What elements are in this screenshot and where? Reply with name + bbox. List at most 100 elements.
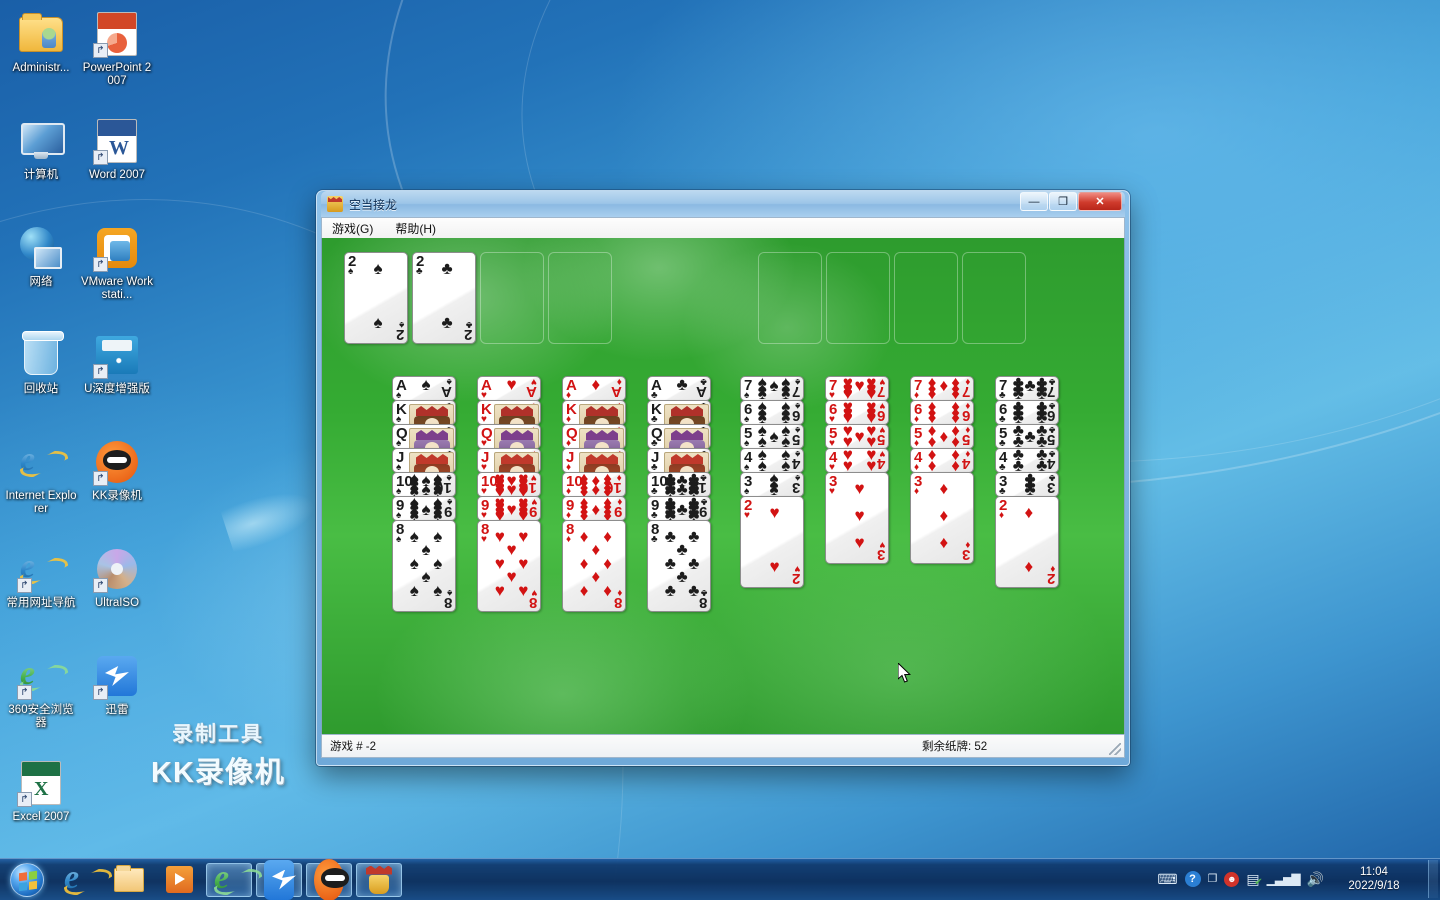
help-icon[interactable]: ? xyxy=(1184,871,1201,887)
card-5-♣[interactable]: 5 ♣ 5 ♣ ♣ ♣ ♣ ♣ ♣ xyxy=(995,424,1059,449)
card-9-♠[interactable]: 9 ♠ 9 ♠ ♠ ♠ ♠ ♠ ♠ ♠ ♠ ♠ ♠ xyxy=(392,496,456,521)
card-10-♦[interactable]: 10 ♦ 10 ♦ ♦ ♦ ♦ ♦ ♦ ♦ ♦ ♦ ♦ ♦ xyxy=(562,472,626,497)
start-button[interactable] xyxy=(2,861,52,899)
tableau-column-8[interactable]: 7 ♣ 7 ♣ ♣ ♣ ♣ ♣ ♣ ♣ ♣ 6 ♣ 6 ♣ ♣ ♣ ♣ ♣ ♣ ♣ 5 ♣ 5 ♣ ♣ ♣ ♣ ♣ ♣ 4 ♣ 4 ♣ ♣ ♣ ♣ ♣ 3 ♣… xyxy=(995,376,1059,588)
card-5-♥[interactable]: 5 ♥ 5 ♥ ♥ ♥ ♥ ♥ ♥ xyxy=(825,424,889,449)
desktop-icon-kk-recorder[interactable]: ↱ KK录像机 xyxy=(80,434,154,541)
card-9-♣[interactable]: 9 ♣ 9 ♣ ♣ ♣ ♣ ♣ ♣ ♣ ♣ ♣ ♣ xyxy=(647,496,711,521)
taskbar-button-freecell[interactable] xyxy=(356,862,402,897)
card-K-♥[interactable]: K♥K♥ xyxy=(477,400,541,425)
desktop-icon-360-browser[interactable]: e ↱ 360安全浏览器 xyxy=(4,648,78,755)
tableau-column-5[interactable]: 7 ♠ 7 ♠ ♠ ♠ ♠ ♠ ♠ ♠ ♠ 6 ♠ 6 ♠ ♠ ♠ ♠ ♠ ♠ ♠ 5 ♠ 5 ♠ ♠ ♠ ♠ ♠ ♠ 4 ♠ 4 ♠ ♠ ♠ ♠ ♠ 3 ♠… xyxy=(740,376,804,588)
card-7-♥[interactable]: 7 ♥ 7 ♥ ♥ ♥ ♥ ♥ ♥ ♥ ♥ xyxy=(825,376,889,401)
tableau-column-1[interactable]: A♠A♠♠K♠K♠Q♠Q♠J♠J♠10♠10♠♠♠♠♠♠♠♠♠♠♠9♠9♠♠♠♠… xyxy=(392,376,456,612)
card-Q-♥[interactable]: Q♥Q♥ xyxy=(477,424,541,449)
card-J-♣[interactable]: J♣J♣ xyxy=(647,448,711,473)
resize-grip[interactable] xyxy=(1109,743,1121,755)
tableau-column-2[interactable]: A♥A♥♥K♥K♥Q♥Q♥J♥J♥10♥10♥♥♥♥♥♥♥♥♥♥♥9♥9♥♥♥♥… xyxy=(477,376,541,612)
card-4-♦[interactable]: 4 ♦ 4 ♦ ♦ ♦ ♦ ♦ xyxy=(910,448,974,473)
desktop-icon-powerpoint[interactable]: ↱ PowerPoint 2007 xyxy=(80,6,154,113)
tableau-column-4[interactable]: A♣A♣♣K♣K♣Q♣Q♣J♣J♣10♣10♣♣♣♣♣♣♣♣♣♣♣9♣9♣♣♣♣… xyxy=(647,376,711,612)
network-signal-icon[interactable]: ▁▃▅▇ xyxy=(1267,873,1301,885)
taskbar[interactable]: e e ⌨ ? ❐ ☻ ▤ ✔ ▁▃▅▇ 🔊 11:04 2022/9/18 xyxy=(0,858,1440,900)
game-board[interactable]: 2♠2♠♠♠2♣2♣♣♣ A♠A♠♠K♠K♠Q♠Q♠J♠J♠10♠10♠♠♠♠♠♠… xyxy=(321,238,1125,734)
close-button[interactable]: ✕ xyxy=(1078,192,1122,211)
card-5-♦[interactable]: 5 ♦ 5 ♦ ♦ ♦ ♦ ♦ ♦ xyxy=(910,424,974,449)
foundation-pile-2[interactable] xyxy=(826,252,890,344)
show-desktop-button[interactable] xyxy=(1428,860,1438,898)
menu-item-help[interactable]: 帮助(H) xyxy=(392,219,439,238)
window-titlebar[interactable]: 空当接龙 — ❐ ✕ xyxy=(321,191,1125,217)
card-K-♠[interactable]: K♠K♠ xyxy=(392,400,456,425)
desktop-icon-user-folder[interactable]: Administr... xyxy=(4,6,78,113)
desktop-icon-internet-explorer[interactable]: e Internet Explorer xyxy=(4,434,78,541)
taskbar-button-internet-explorer[interactable]: e xyxy=(56,859,102,897)
card-9-♥[interactable]: 9 ♥ 9 ♥ ♥ ♥ ♥ ♥ ♥ ♥ ♥ ♥ ♥ xyxy=(477,496,541,521)
foundation-pile-4[interactable] xyxy=(962,252,1026,344)
foundation-pile-1[interactable] xyxy=(758,252,822,344)
card-J-♥[interactable]: J♥J♥ xyxy=(477,448,541,473)
taskbar-button-kk-recorder[interactable] xyxy=(306,858,352,900)
card-10-♣[interactable]: 10 ♣ 10 ♣ ♣ ♣ ♣ ♣ ♣ ♣ ♣ ♣ ♣ ♣ xyxy=(647,472,711,497)
foundation-pile-3[interactable] xyxy=(894,252,958,344)
free-cell-1[interactable]: 2 ♠ 2 ♠ ♠ ♠ xyxy=(344,252,408,344)
taskbar-button-360-browser[interactable]: e xyxy=(206,859,252,897)
card-A-♦[interactable]: A ♦ A ♦ ♦ xyxy=(562,376,626,401)
card-2-♣[interactable]: 2 ♣ 2 ♣ ♣ ♣ xyxy=(412,252,476,344)
card-A-♥[interactable]: A ♥ A ♥ ♥ xyxy=(477,376,541,401)
card-7-♦[interactable]: 7 ♦ 7 ♦ ♦ ♦ ♦ ♦ ♦ ♦ ♦ xyxy=(910,376,974,401)
desktop-icon-vmware[interactable]: ↱ VMware Workstati... xyxy=(80,220,154,327)
removable-media-icon[interactable]: ▤ ✔ xyxy=(1246,872,1262,888)
taskbar-button-windows-media-player[interactable] xyxy=(156,863,202,897)
card-Q-♣[interactable]: Q♣Q♣ xyxy=(647,424,711,449)
card-10-♠[interactable]: 10 ♠ 10 ♠ ♠ ♠ ♠ ♠ ♠ ♠ ♠ ♠ ♠ ♠ xyxy=(392,472,456,497)
card-10-♥[interactable]: 10 ♥ 10 ♥ ♥ ♥ ♥ ♥ ♥ ♥ ♥ ♥ ♥ ♥ xyxy=(477,472,541,497)
card-J-♦[interactable]: J♦J♦ xyxy=(562,448,626,473)
tableau-column-7[interactable]: 7 ♦ 7 ♦ ♦ ♦ ♦ ♦ ♦ ♦ ♦ 6 ♦ 6 ♦ ♦ ♦ ♦ ♦ ♦ ♦ 5 ♦ 5 ♦ ♦ ♦ ♦ ♦ ♦ 4 ♦ 4 ♦ ♦ ♦ ♦ ♦ 3 ♦… xyxy=(910,376,974,564)
card-7-♣[interactable]: 7 ♣ 7 ♣ ♣ ♣ ♣ ♣ ♣ ♣ ♣ xyxy=(995,376,1059,401)
window-controls[interactable]: — ❐ ✕ xyxy=(1020,192,1122,211)
card-8-♣[interactable]: 8 ♣ 8 ♣ ♣ ♣ ♣ ♣ ♣ ♣ ♣ ♣ xyxy=(647,520,711,612)
card-8-♥[interactable]: 8 ♥ 8 ♥ ♥ ♥ ♥ ♥ ♥ ♥ ♥ ♥ xyxy=(477,520,541,612)
desktop-icon-web-nav[interactable]: e ↱ 常用网址导航 xyxy=(4,541,78,648)
card-Q-♦[interactable]: Q♦Q♦ xyxy=(562,424,626,449)
desktop-icon-ultraiso[interactable]: ↱ UltraISO xyxy=(80,541,154,648)
card-8-♦[interactable]: 8 ♦ 8 ♦ ♦ ♦ ♦ ♦ ♦ ♦ ♦ ♦ xyxy=(562,520,626,612)
card-6-♠[interactable]: 6 ♠ 6 ♠ ♠ ♠ ♠ ♠ ♠ ♠ xyxy=(740,400,804,425)
card-4-♠[interactable]: 4 ♠ 4 ♠ ♠ ♠ ♠ ♠ xyxy=(740,448,804,473)
desktop[interactable]: Administr... ↱ PowerPoint 2007 计算机 ↱ Word 200… xyxy=(0,0,1440,900)
card-K-♦[interactable]: K♦K♦ xyxy=(562,400,626,425)
card-3-♦[interactable]: 3 ♦ 3 ♦ ♦ ♦ ♦ xyxy=(910,472,974,564)
card-Q-♠[interactable]: Q♠Q♠ xyxy=(392,424,456,449)
card-J-♠[interactable]: J♠J♠ xyxy=(392,448,456,473)
card-3-♣[interactable]: 3 ♣ 3 ♣ ♣ ♣ ♣ xyxy=(995,472,1059,497)
maximize-button[interactable]: ❐ xyxy=(1049,192,1077,211)
free-cell-2[interactable]: 2 ♣ 2 ♣ ♣ ♣ xyxy=(412,252,476,344)
keyboard-icon[interactable]: ⌨ xyxy=(1157,872,1177,886)
card-A-♣[interactable]: A ♣ A ♣ ♣ xyxy=(647,376,711,401)
desktop-icon-word[interactable]: ↱ Word 2007 xyxy=(80,113,154,220)
card-4-♣[interactable]: 4 ♣ 4 ♣ ♣ ♣ ♣ ♣ xyxy=(995,448,1059,473)
card-8-♠[interactable]: 8 ♠ 8 ♠ ♠ ♠ ♠ ♠ ♠ ♠ ♠ ♠ xyxy=(392,520,456,612)
card-3-♠[interactable]: 3 ♠ 3 ♠ ♠ ♠ ♠ xyxy=(740,472,804,497)
window-menubar[interactable]: 游戏(G) 帮助(H) xyxy=(321,217,1125,238)
card-6-♦[interactable]: 6 ♦ 6 ♦ ♦ ♦ ♦ ♦ ♦ ♦ xyxy=(910,400,974,425)
system-tray[interactable]: ⌨ ? ❐ ☻ ▤ ✔ ▁▃▅▇ 🔊 11:04 2022/9/18 xyxy=(1157,858,1440,900)
free-cell-4[interactable] xyxy=(548,252,612,344)
volume-icon[interactable]: 🔊 xyxy=(1307,872,1324,886)
card-A-♠[interactable]: A ♠ A ♠ ♠ xyxy=(392,376,456,401)
card-9-♦[interactable]: 9 ♦ 9 ♦ ♦ ♦ ♦ ♦ ♦ ♦ ♦ ♦ ♦ xyxy=(562,496,626,521)
desktop-icon-usb-tool[interactable]: ↱ U深度增强版 xyxy=(80,327,154,434)
card-3-♥[interactable]: 3 ♥ 3 ♥ ♥ ♥ ♥ xyxy=(825,472,889,564)
desktop-icon-xunlei[interactable]: ↱ 迅雷 xyxy=(80,648,154,755)
card-7-♠[interactable]: 7 ♠ 7 ♠ ♠ ♠ ♠ ♠ ♠ ♠ ♠ xyxy=(740,376,804,401)
menu-item-game[interactable]: 游戏(G) xyxy=(329,219,376,238)
security-icon[interactable]: ☻ xyxy=(1224,871,1240,887)
card-6-♥[interactable]: 6 ♥ 6 ♥ ♥ ♥ ♥ ♥ ♥ ♥ xyxy=(825,400,889,425)
card-4-♥[interactable]: 4 ♥ 4 ♥ ♥ ♥ ♥ ♥ xyxy=(825,448,889,473)
desktop-icon-computer[interactable]: 计算机 xyxy=(4,113,78,220)
card-5-♠[interactable]: 5 ♠ 5 ♠ ♠ ♠ ♠ ♠ ♠ xyxy=(740,424,804,449)
minimize-button[interactable]: — xyxy=(1020,192,1048,211)
clock[interactable]: 11:04 2022/9/18 xyxy=(1331,865,1417,893)
card-2-♠[interactable]: 2 ♠ 2 ♠ ♠ ♠ xyxy=(344,252,408,344)
